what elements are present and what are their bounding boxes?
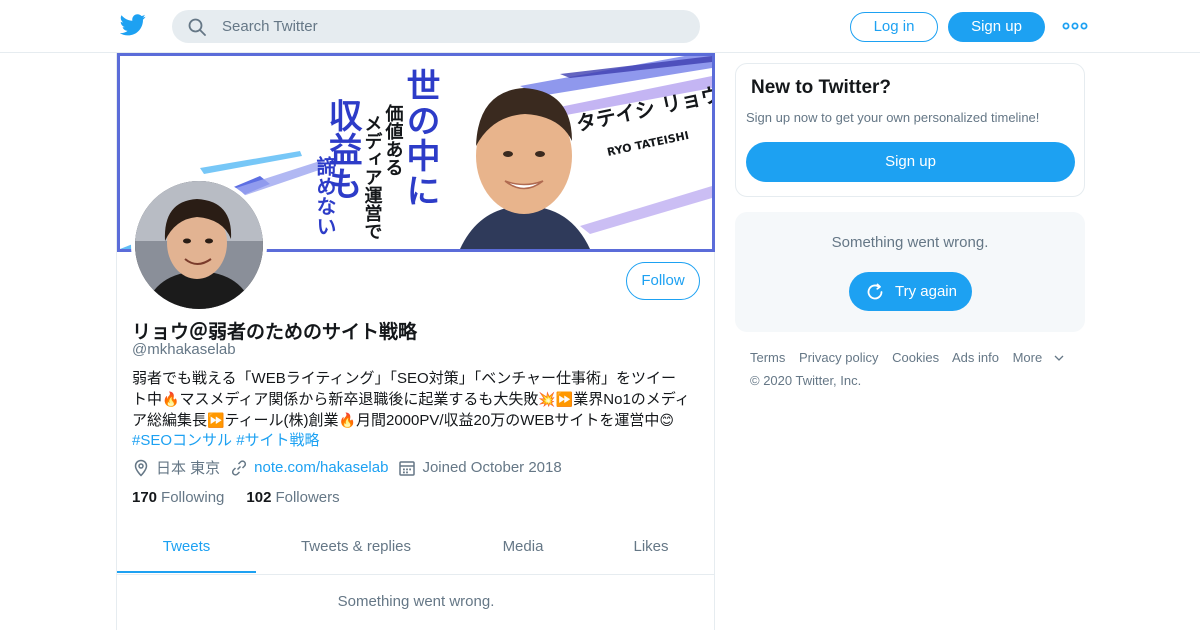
location-pin-icon <box>134 459 148 477</box>
tab-likes[interactable]: Likes <box>617 523 685 573</box>
followers-label: Followers <box>275 489 340 506</box>
bio-text: マスメディア関係から新卒退職後に起業するも大失敗 <box>179 391 539 408</box>
website-link[interactable]: note.com/hakaselab <box>254 459 388 476</box>
website-item: note.com/hakaselab <box>230 459 388 477</box>
joined-text: Joined October 2018 <box>422 459 562 476</box>
login-button[interactable]: Log in <box>850 12 938 42</box>
tab-tweets[interactable]: Tweets <box>117 523 256 573</box>
bio-text: 月間2000PV/収益20万のWEBサイトを運営中 <box>355 412 660 429</box>
signup-button[interactable]: Sign up <box>948 12 1045 42</box>
footer-link-cookies[interactable]: Cookies <box>892 350 939 365</box>
fire-emoji: 🔥 <box>162 391 180 407</box>
search-input[interactable] <box>222 10 682 43</box>
footer-link-ads-info[interactable]: Ads info <box>952 350 999 365</box>
profile-bio: 弱者でも戦える「WEBライティング」「SEO対策」「ベンチャー仕事術」をツイー … <box>132 369 702 451</box>
banner-name-jp: タテイシ リョウ <box>574 82 712 136</box>
profile-handle[interactable]: @mkhakaselab <box>132 341 236 358</box>
footer-copyright: © 2020 Twitter, Inc. <box>750 373 862 388</box>
fast-forward-emoji: ⏩ <box>207 412 225 428</box>
footer-link-more[interactable]: More <box>1013 350 1065 365</box>
footer-link-terms[interactable]: Terms <box>750 350 785 365</box>
following-stat[interactable]: 170 Following <box>132 489 224 506</box>
refresh-icon <box>867 283 883 300</box>
more-dots-icon[interactable] <box>1062 18 1088 34</box>
footer-more-label: More <box>1012 350 1043 365</box>
timeline-error-message: Something went wrong. <box>337 593 495 610</box>
bio-text: ティール(株)創業 <box>224 412 339 429</box>
calendar-icon <box>399 460 416 476</box>
smile-emoji: 😊 <box>659 412 674 428</box>
try-again-button[interactable]: Try again <box>849 272 972 311</box>
follow-button[interactable]: Follow <box>626 262 700 300</box>
profile-stats: 170 Following 102 Followers <box>132 489 340 506</box>
tab-tweets-and-replies[interactable]: Tweets & replies <box>281 523 431 573</box>
new-to-twitter-subtitle: Sign up now to get your own personalized… <box>746 110 1040 125</box>
hashtag-link[interactable]: #SEOコンサル <box>132 432 232 449</box>
top-navigation-bar: Log in Sign up <box>0 0 1200 53</box>
profile-tabs: Tweets Tweets & replies Media Likes <box>117 523 715 575</box>
banner-headline-col-2: 価値ある <box>383 103 405 176</box>
profile-column: 世の中に 価値ある メディア運営で 収益も 諦めない タテイシ リョウ RYO … <box>116 53 715 630</box>
bio-text: ア総編集長 <box>132 412 208 429</box>
profile-meta: 日本 東京 note.com/hakaselab Joined October … <box>132 457 572 478</box>
sidebar-signup-button[interactable]: Sign up <box>746 142 1075 182</box>
search-box[interactable] <box>172 10 700 43</box>
profile-display-name: リョウ＠弱者のためのサイト戦略 <box>132 322 418 343</box>
try-again-label: Try again <box>895 283 957 300</box>
banner-name-en: RYO TATEISHI <box>606 129 690 159</box>
following-count: 170 <box>132 489 158 506</box>
banner-headline-col-1: 世の中に <box>400 68 440 208</box>
avatar[interactable] <box>131 177 267 313</box>
sidebar-error-card: Something went wrong. Try again <box>735 212 1085 332</box>
search-icon <box>188 18 206 36</box>
link-icon <box>232 459 247 476</box>
bio-text: ト中 <box>132 391 163 408</box>
new-to-twitter-title: New to Twitter? <box>751 77 892 98</box>
tab-media[interactable]: Media <box>487 523 559 573</box>
banner-headline-col-3: メディア運営で <box>362 114 383 240</box>
twitter-bird-icon[interactable] <box>120 14 146 36</box>
footer-link-privacy[interactable]: Privacy policy <box>799 350 878 365</box>
following-label: Following <box>161 489 225 506</box>
location-text: 日本 東京 <box>156 460 221 477</box>
joined-item: Joined October 2018 <box>398 459 562 477</box>
footer: Terms Privacy policy Cookies Ads info Mo… <box>750 350 1080 388</box>
fast-forward-emoji: ⏩ <box>555 391 574 407</box>
banner-headline-col-5: 諦めない <box>313 155 337 236</box>
followers-stat[interactable]: 102 Followers <box>246 489 339 506</box>
chevron-down-icon <box>1054 355 1064 361</box>
hashtag-link[interactable]: #サイト戦略 <box>236 432 319 449</box>
boom-emoji: 💥 <box>538 391 556 407</box>
bio-text: 弱者でも戦える「WEBライティング」「SEO対策」「ベンチャー仕事術」をツイー <box>132 370 677 387</box>
location-item: 日本 東京 <box>132 457 220 478</box>
sidebar-error-message: Something went wrong. <box>831 234 989 251</box>
avatar-photo <box>135 181 263 309</box>
fire-emoji: 🔥 <box>338 412 356 428</box>
followers-count: 102 <box>246 489 272 506</box>
new-to-twitter-card: New to Twitter? Sign up now to get your … <box>735 63 1085 197</box>
bio-text: 業界No1のメディ <box>573 391 690 408</box>
